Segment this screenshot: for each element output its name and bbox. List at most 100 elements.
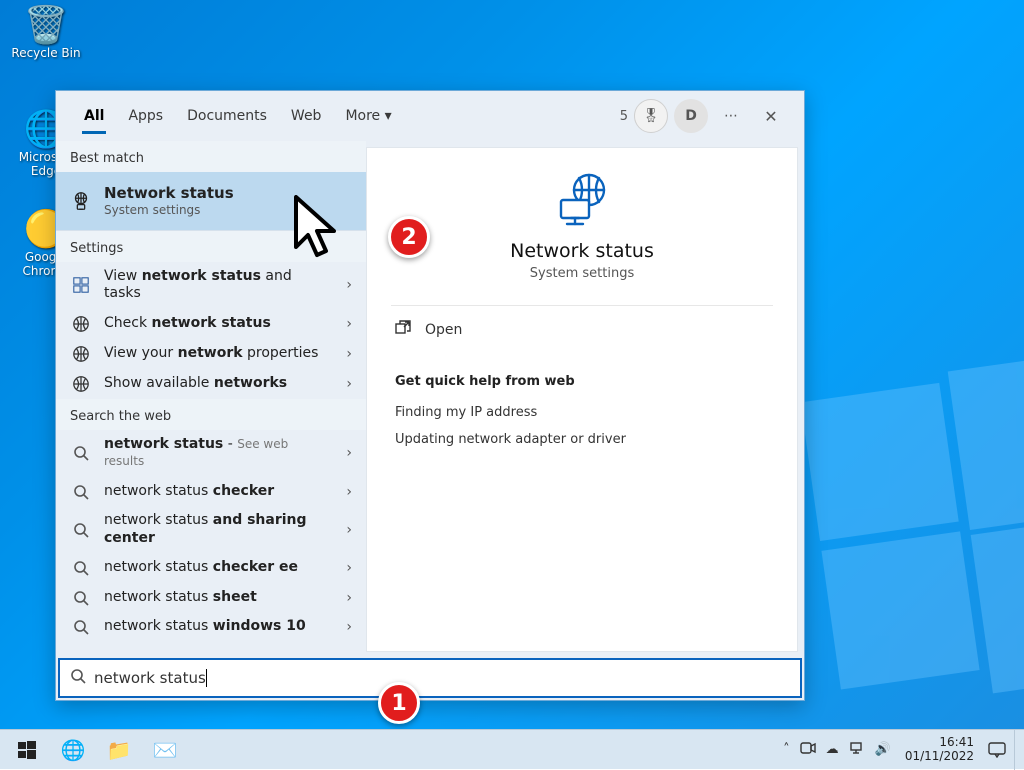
preview-title: Network status (391, 240, 773, 262)
chevron-right-icon: › (340, 445, 358, 461)
search-input-bar[interactable]: network status (58, 658, 802, 698)
section-web: Search the web (56, 399, 366, 430)
search-icon (70, 484, 92, 500)
chevron-right-icon: › (340, 316, 358, 332)
network-icon[interactable] (849, 741, 865, 759)
taskbar-file-explorer[interactable]: 📁 (96, 730, 142, 770)
globe-icon (70, 345, 92, 363)
chevron-right-icon: › (340, 522, 358, 538)
search-icon (70, 619, 92, 635)
annotation-badge-2: 2 (388, 216, 430, 258)
taskbar-mail[interactable]: ✉️ (142, 730, 188, 770)
taskbar: 🌐 📁 ✉️ ˄ ☁ 🔊 16:41 01/11/2022 (0, 729, 1024, 769)
chevron-down-icon: ▾ (385, 108, 392, 124)
desktop[interactable]: 🗑️ Recycle Bin 🌐 Microsoft Edge 🟡 Google… (0, 0, 1024, 729)
preview-action-open[interactable]: Open (391, 305, 773, 354)
account-button[interactable]: D (674, 99, 708, 133)
section-best-match: Best match (56, 141, 366, 172)
wallpaper-windows-logo (801, 361, 1024, 700)
tab-more-label: More (345, 108, 380, 124)
mail-icon: ✉️ (153, 738, 178, 762)
start-button[interactable] (4, 730, 50, 770)
web-result[interactable]: network status checker ee› (56, 553, 366, 583)
open-icon (395, 320, 411, 340)
quick-link[interactable]: Updating network adapter or driver (391, 426, 773, 453)
more-options-button[interactable]: ⋯ (714, 99, 748, 133)
result-label: Show available networks (104, 375, 328, 393)
best-match-subtitle: System settings (104, 203, 352, 218)
result-label: View your network properties (104, 345, 328, 363)
chevron-right-icon: › (340, 590, 358, 606)
medal-icon: 🎖 (642, 108, 660, 124)
ellipsis-icon: ⋯ (724, 108, 738, 124)
folder-icon: 📁 (107, 738, 132, 762)
desktop-icon-label: Recycle Bin (11, 46, 80, 60)
show-desktop-button[interactable] (1014, 730, 1020, 770)
globe-icon (70, 375, 92, 393)
onedrive-icon[interactable]: ☁ (826, 742, 839, 757)
web-result[interactable]: network status - See web results › (56, 430, 366, 477)
result-label: network status checker (104, 483, 328, 501)
preview-subtitle: System settings (391, 266, 773, 281)
result-best-match[interactable]: Network status System settings (56, 172, 366, 230)
search-icon (70, 522, 92, 538)
clock-date: 01/11/2022 (905, 750, 974, 764)
chevron-right-icon: › (340, 376, 358, 392)
taskbar-clock[interactable]: 16:41 01/11/2022 (899, 736, 980, 764)
action-center-button[interactable] (980, 730, 1014, 770)
tab-apps[interactable]: Apps (116, 94, 175, 138)
tab-more[interactable]: More ▾ (333, 94, 403, 138)
taskbar-edge[interactable]: 🌐 (50, 730, 96, 770)
start-search-flyout: All Apps Documents Web More ▾ 5 🎖 D ⋯ ✕ (55, 90, 805, 701)
rewards-button[interactable]: 🎖 (634, 99, 668, 133)
network-status-hero-icon (391, 172, 773, 230)
tab-documents[interactable]: Documents (175, 94, 279, 138)
tray-chevron-up-icon[interactable]: ˄ (783, 742, 790, 757)
close-icon: ✕ (764, 107, 777, 126)
meet-now-icon[interactable] (800, 741, 816, 759)
section-settings: Settings (56, 230, 366, 262)
web-result[interactable]: network status sheet › (56, 583, 366, 613)
chevron-right-icon: › (340, 484, 358, 500)
quick-link[interactable]: Finding my IP address (391, 399, 773, 426)
desktop-icon-recycle-bin[interactable]: 🗑️ Recycle Bin (6, 6, 86, 60)
text-caret (206, 669, 207, 687)
clock-time: 16:41 (905, 736, 974, 750)
settings-result[interactable]: View network status and tasks› (56, 262, 366, 309)
result-label: network status and sharing center (104, 512, 328, 547)
search-icon (70, 560, 92, 576)
chevron-right-icon: › (340, 277, 358, 293)
result-label: Check network status (104, 315, 328, 333)
best-match-title: Network status (104, 184, 234, 202)
result-label: network status checker ee (104, 559, 328, 577)
settings-result[interactable]: Show available networks › (56, 369, 366, 399)
system-tray[interactable]: ˄ ☁ 🔊 (775, 741, 899, 759)
result-label: network status - See web results (104, 436, 328, 471)
search-icon (70, 445, 92, 461)
globe-icon (70, 315, 92, 333)
result-preview-pane: Network status System settings Open Get … (366, 147, 798, 652)
preview-quick-help-header: Get quick help from web (391, 354, 773, 399)
account-initial: D (685, 108, 697, 124)
search-scope-tabs: All Apps Documents Web More ▾ 5 🎖 D ⋯ ✕ (56, 91, 804, 141)
preview-action-open-label: Open (425, 322, 462, 338)
globe-device-icon (70, 190, 92, 212)
chevron-right-icon: › (340, 346, 358, 362)
close-button[interactable]: ✕ (754, 99, 788, 133)
result-label: network status sheet (104, 589, 328, 607)
tab-all[interactable]: All (72, 94, 116, 138)
results-list: Best match Network status System setting… (56, 141, 366, 658)
control-panel-icon (70, 276, 92, 294)
settings-result[interactable]: Check network status › (56, 309, 366, 339)
settings-result[interactable]: View your network properties › (56, 339, 366, 369)
result-label: network status windows 10 (104, 618, 328, 636)
volume-icon[interactable]: 🔊 (875, 742, 891, 757)
tab-web[interactable]: Web (279, 94, 334, 138)
web-result[interactable]: network status checker › (56, 477, 366, 507)
chevron-right-icon: › (340, 619, 358, 635)
search-icon (70, 668, 86, 688)
web-result[interactable]: network status windows 10 › (56, 612, 366, 642)
web-result[interactable]: network status and sharing center › (56, 506, 366, 553)
annotation-badge-1: 1 (378, 682, 420, 724)
edge-icon: 🌐 (61, 738, 86, 762)
